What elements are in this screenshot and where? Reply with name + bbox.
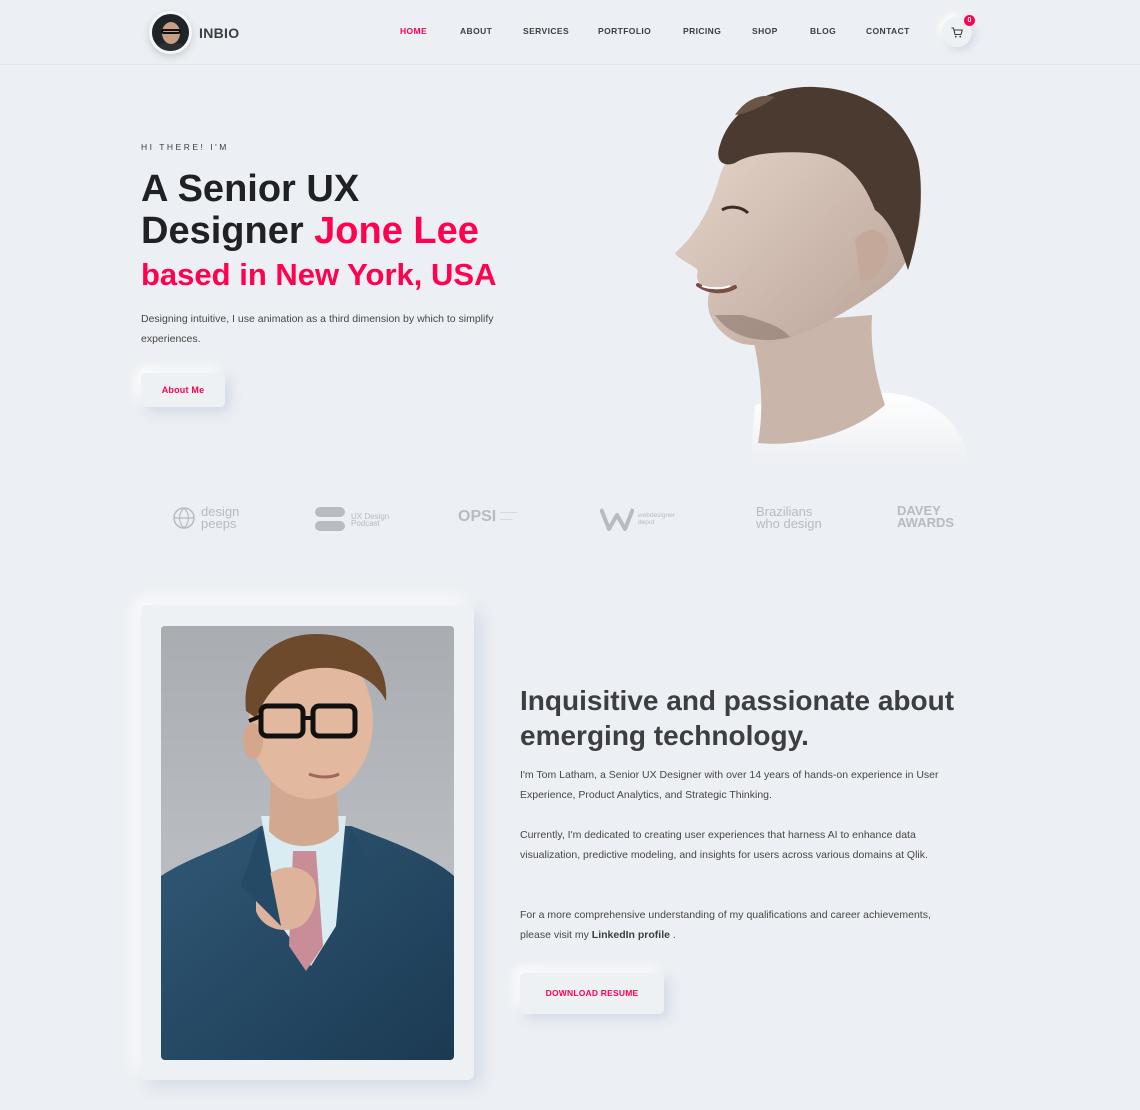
logo-design-peeps: design peeps [172, 504, 247, 531]
logo-webdesigner-depot: webdesigner depot [600, 507, 688, 531]
client-logos: design peeps UX Design Podcast OPSI ────… [0, 500, 1140, 540]
about-title: Inquisitive and passionate about emergin… [520, 685, 955, 751]
about-paragraph-1: I'm Tom Latham, a Senior UX Designer wit… [520, 769, 939, 801]
about-paragraph-3-text: For a more comprehensive understanding o… [520, 909, 931, 941]
brand[interactable]: INBIO [149, 11, 239, 54]
logo-text: UX Design Podcast [351, 512, 390, 528]
about-paragraph-3-end: . [669, 929, 676, 941]
opsi-logo: OPSI [458, 508, 497, 525]
cart-button[interactable]: 0 [942, 15, 975, 47]
about-paragraph-2: Currently, I'm dedicated to creating use… [520, 829, 928, 861]
nav-contact[interactable]: CONTACT [866, 26, 910, 36]
site-header: INBIO HOME ABOUT SERVICES PORTFOLIO PRIC… [0, 0, 1140, 65]
hero-subtitle: based in New York, USA [141, 257, 497, 292]
nav-shop[interactable]: SHOP [752, 26, 778, 36]
nav-services[interactable]: SERVICES [523, 26, 569, 36]
logo-text: Brazilians who design [756, 504, 822, 531]
about-portrait-frame [161, 626, 454, 1060]
cart-icon [951, 26, 963, 37]
about-photo-card [141, 605, 474, 1080]
podcast-badges-icon [315, 507, 345, 531]
logo-brazilians-who-design: Brazilians who design [756, 504, 826, 531]
nav-home[interactable]: HOME [400, 26, 427, 36]
hero-title-line2: Designer [141, 210, 315, 252]
about-paragraph-3: For a more comprehensive understanding o… [520, 905, 940, 945]
hero-portrait-image [675, 86, 970, 465]
about-portrait-image [161, 626, 454, 1060]
logo-text: DAVEY AWARDS [897, 503, 955, 530]
logo-text: design peeps [201, 504, 240, 531]
nav-about[interactable]: ABOUT [460, 26, 492, 36]
brand-name: INBIO [199, 24, 240, 41]
hero-description: Designing intuitive, I use animation as … [141, 313, 494, 345]
w-logo [600, 508, 634, 531]
nav-pricing[interactable]: PRICING [683, 26, 721, 36]
hero-title: A Senior UX Designer Jone Lee [141, 168, 571, 252]
linkedin-link[interactable]: LinkedIn profile [592, 929, 670, 941]
hero-title-line1: A Senior UX [141, 168, 360, 210]
hero-eyebrow: HI THERE! I'M [141, 142, 229, 152]
logo-opsi: OPSI ──── ─── [458, 508, 518, 525]
avatar [149, 11, 192, 54]
logo-text: webdesigner depot [638, 512, 675, 526]
cart-count-badge: 0 [964, 15, 975, 26]
logo-ux-design-podcast: UX Design Podcast [313, 506, 397, 534]
nav-blog[interactable]: BLOG [810, 26, 836, 36]
globe-icon [173, 507, 195, 529]
about-me-button[interactable]: About Me [141, 373, 225, 407]
download-resume-button[interactable]: DOWNLOAD RESUME [520, 973, 664, 1014]
hero-name: Jone Lee [314, 210, 479, 252]
nav-portfolio[interactable]: PORTFOLIO [598, 26, 651, 36]
logo-davey-awards: DAVEY AWARDS [897, 503, 972, 530]
